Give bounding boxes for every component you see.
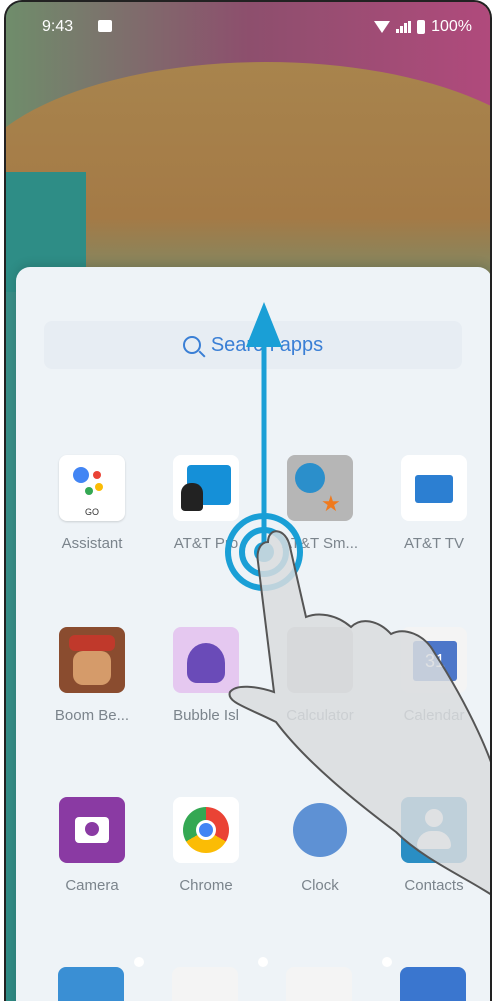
app-att-smart-wifi[interactable]: ★ AT&T Sm... (264, 455, 376, 552)
search-icon (182, 336, 201, 354)
att-pro-icon (173, 455, 239, 521)
app-calculator[interactable]: Calculator (264, 627, 376, 724)
app-label: Assistant (61, 535, 123, 552)
app-gallery-partial[interactable] (58, 967, 124, 1001)
page-dot (258, 957, 268, 967)
app-contacts[interactable]: Contacts (378, 797, 490, 894)
app-calendar[interactable]: 31 Calendar (378, 627, 490, 724)
clock-icon (287, 797, 353, 863)
search-placeholder: Search apps (210, 333, 324, 356)
phone-screen: 9:43 100% Search apps GO Assistant AT&T … (4, 0, 492, 1001)
search-apps-bar[interactable]: Search apps (44, 321, 462, 369)
att-smart-wifi-icon: ★ (287, 455, 353, 521)
app-label: AT&T Sm... (281, 535, 359, 552)
app-clock[interactable]: Clock (264, 797, 376, 894)
signal-icon (396, 21, 412, 33)
contacts-icon (401, 797, 467, 863)
app-label: Clock (301, 877, 339, 894)
app-drawer[interactable]: Search apps GO Assistant AT&T Pro ★ AT&T… (16, 267, 490, 1001)
app-label: Bubble Isl (173, 707, 239, 724)
app-bubble-island[interactable]: Bubble Isl (150, 627, 262, 724)
calculator-icon (287, 627, 353, 693)
app-partial-2[interactable] (172, 967, 238, 1001)
app-drive-partial[interactable] (286, 967, 352, 1001)
app-label: Calendar (403, 707, 465, 724)
app-att-tv[interactable]: AT&T TV (378, 455, 490, 552)
page-dot (382, 957, 392, 967)
battery-percent: 100% (431, 18, 472, 35)
assistant-go-label: GO (84, 507, 99, 517)
chrome-icon (173, 797, 239, 863)
app-assistant[interactable]: GO Assistant (36, 455, 148, 552)
app-label: Contacts (404, 877, 464, 894)
camera-icon (59, 797, 125, 863)
app-chrome[interactable]: Chrome (150, 797, 262, 894)
app-label: Boom Be... (54, 707, 130, 724)
google-assistant-icon: GO (59, 455, 125, 521)
app-label: Chrome (179, 877, 233, 894)
app-label: Camera (65, 877, 119, 894)
bubble-island-icon (173, 627, 239, 693)
page-dot (134, 957, 144, 967)
image-notification-icon (98, 20, 112, 32)
status-bar: 9:43 100% (6, 2, 490, 52)
app-camera[interactable]: Camera (36, 797, 148, 894)
wifi-icon (374, 21, 391, 33)
app-label: AT&T Pro (173, 535, 239, 552)
battery-icon (417, 20, 426, 34)
att-tv-icon (401, 455, 467, 521)
app-partial-4[interactable] (400, 967, 466, 1001)
app-att-pro[interactable]: AT&T Pro (150, 455, 262, 552)
app-label: AT&T TV (403, 535, 464, 552)
status-time: 9:43 (42, 18, 74, 35)
boom-beach-icon (59, 627, 125, 693)
app-label: Calculator (286, 707, 354, 724)
app-boom-beach[interactable]: Boom Be... (36, 627, 148, 724)
calendar-day: 31 (413, 641, 457, 681)
status-icons: 100% (374, 18, 472, 36)
calendar-icon: 31 (401, 627, 467, 693)
